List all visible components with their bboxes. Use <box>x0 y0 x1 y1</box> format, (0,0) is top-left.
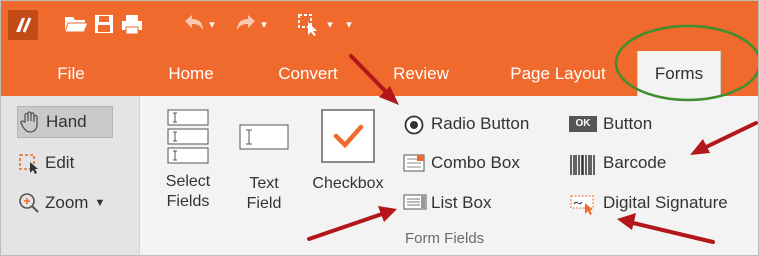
arrow-to-list-box <box>307 212 384 241</box>
annotation-overlay <box>307 24 758 244</box>
annotation-arrows <box>307 54 758 244</box>
arrow-head-digital-signature <box>617 213 636 230</box>
highlight-circle <box>614 24 758 102</box>
arrow-head-barcode <box>690 139 710 155</box>
arrow-to-radio-button <box>349 54 393 99</box>
arrow-to-digital-signature <box>631 221 715 244</box>
arrow-to-barcode <box>702 121 758 150</box>
app-window: ▾ ▾ ▾ ▾ File Home Convert Review Page La… <box>0 0 759 256</box>
